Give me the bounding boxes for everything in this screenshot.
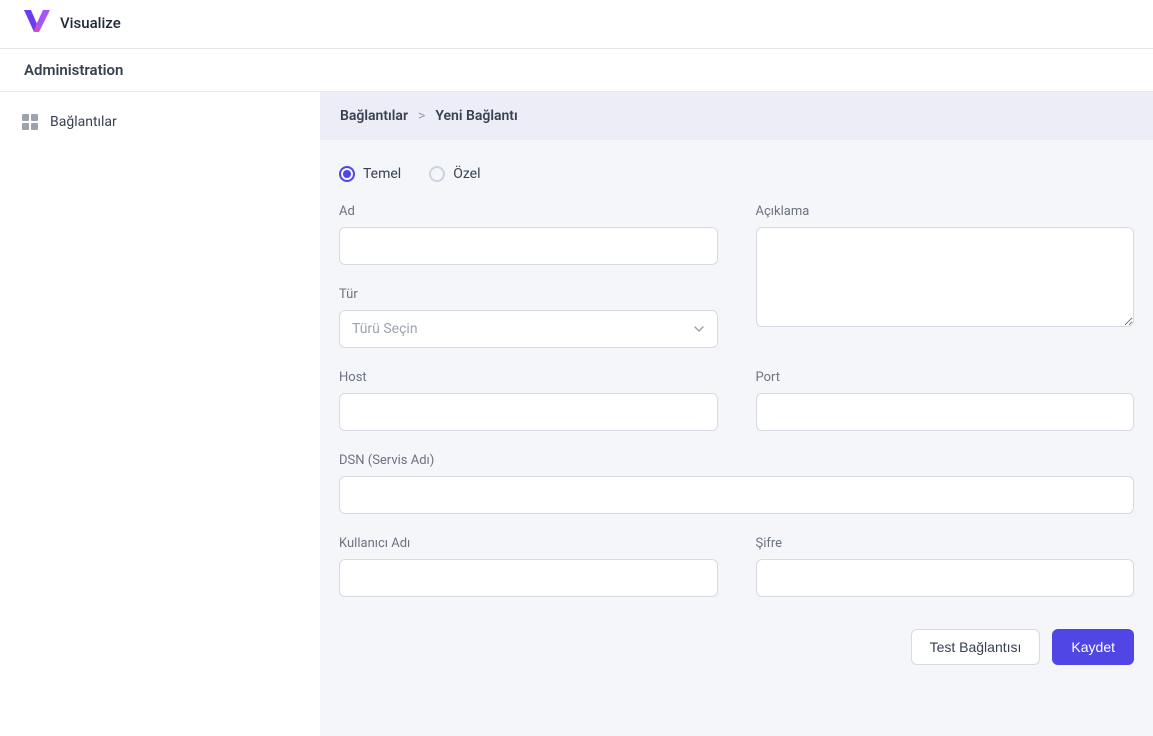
- sidebar-item-label: Bağlantılar: [50, 114, 117, 130]
- input-ad[interactable]: [339, 227, 718, 265]
- actions: Test Bağlantısı Kaydet: [334, 619, 1139, 665]
- save-button[interactable]: Kaydet: [1052, 629, 1134, 665]
- label-ad: Ad: [339, 204, 718, 219]
- label-sifre: Şifre: [756, 536, 1135, 551]
- radio-label: Özel: [453, 166, 480, 182]
- label-port: Port: [756, 370, 1135, 385]
- select-tur[interactable]: Türü Seçin: [339, 310, 718, 348]
- breadcrumb-root[interactable]: Bağlantılar: [340, 108, 408, 124]
- sidebar: Bağlantılar: [0, 92, 320, 736]
- chevron-right-icon: >: [418, 108, 425, 124]
- label-aciklama: Açıklama: [756, 204, 1135, 219]
- grid-icon: [22, 114, 38, 130]
- brand-logo-icon: [24, 10, 50, 36]
- input-sifre[interactable]: [756, 559, 1135, 597]
- input-host[interactable]: [339, 393, 718, 431]
- label-host: Host: [339, 370, 718, 385]
- select-placeholder: Türü Seçin: [352, 321, 418, 337]
- radio-temel[interactable]: Temel: [339, 166, 401, 182]
- radio-ozel[interactable]: Özel: [429, 166, 480, 182]
- label-tur: Tür: [339, 287, 718, 302]
- label-dsn: DSN (Servis Adı): [339, 453, 1134, 468]
- topbar: Visualize: [0, 0, 1153, 49]
- radio-icon: [339, 166, 355, 182]
- sidebar-item-connections[interactable]: Bağlantılar: [16, 106, 304, 138]
- admin-title: Administration: [24, 61, 123, 79]
- form: Temel Özel Ad Tür Türü Seçin: [320, 140, 1153, 695]
- radio-icon: [429, 166, 445, 182]
- label-kullanici: Kullanıcı Adı: [339, 536, 718, 551]
- brand-name: Visualize: [60, 14, 121, 32]
- radio-group: Temel Özel: [334, 166, 1139, 182]
- input-kullanici[interactable]: [339, 559, 718, 597]
- breadcrumb: Bağlantılar > Yeni Bağlantı: [320, 92, 1153, 140]
- radio-label: Temel: [363, 166, 401, 182]
- textarea-aciklama[interactable]: [756, 227, 1135, 327]
- input-port[interactable]: [756, 393, 1135, 431]
- input-dsn[interactable]: [339, 476, 1134, 514]
- breadcrumb-current: Yeni Bağlantı: [435, 108, 517, 124]
- test-connection-button[interactable]: Test Bağlantısı: [911, 629, 1041, 665]
- content: Bağlantılar > Yeni Bağlantı Temel Özel A…: [320, 92, 1153, 736]
- admin-bar: Administration: [0, 49, 1153, 92]
- chevron-down-icon: [693, 323, 705, 335]
